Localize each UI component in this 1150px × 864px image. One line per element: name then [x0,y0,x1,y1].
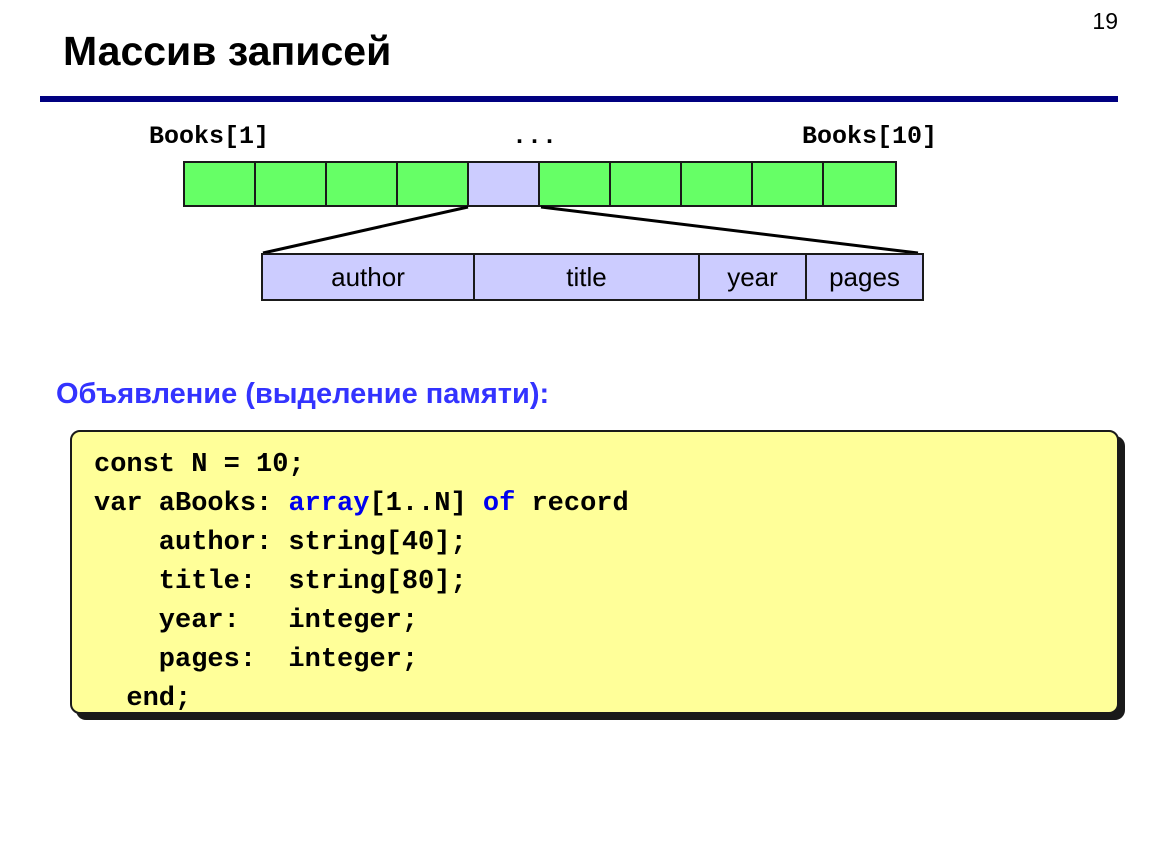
code-text: var aBooks: [94,489,289,519]
record-field-year: year [700,255,807,299]
code-text: record [515,489,629,519]
record-field-author: author [263,255,475,299]
code-text: const N = 10; [94,450,305,480]
record-structure: author title year pages [261,253,924,301]
array-cells [183,161,897,207]
code-text: pages: integer; [94,645,419,675]
code-line: title: string[80]; [94,563,1117,602]
code-text: [1..N] [369,489,483,519]
array-cell [753,163,824,205]
array-cell [682,163,753,205]
code-line: var aBooks: array[1..N] of record [94,485,1117,524]
array-cell [398,163,469,205]
code-lines: const N = 10; var aBooks: array[1..N] of … [94,446,1117,719]
code-line: end; [94,680,1117,719]
code-line: const N = 10; [94,446,1117,485]
array-label-first: Books[1] [149,122,270,151]
record-field-pages: pages [807,255,922,299]
array-cell [256,163,327,205]
array-label-ellipsis: ... [512,122,558,151]
array-label-last: Books[10] [802,122,938,151]
code-text: author: string[40]; [94,528,467,558]
array-cell-highlighted [469,163,540,205]
array-cell [185,163,256,205]
code-line: year: integer; [94,602,1117,641]
code-line: author: string[40]; [94,524,1117,563]
array-cell [327,163,398,205]
array-diagram: Books[1] ... Books[10] author title year… [0,0,1150,330]
code-keyword: of [482,489,516,519]
record-field-title: title [475,255,700,299]
code-line: pages: integer; [94,641,1117,680]
array-cell [611,163,682,205]
code-block: const N = 10; var aBooks: array[1..N] of … [70,430,1119,714]
code-keyword: array [288,489,370,519]
code-text: end; [94,684,192,714]
section-heading: Объявление (выделение памяти): [56,378,550,410]
array-cell [824,163,895,205]
code-text: title: string[80]; [94,567,467,597]
code-text: year: integer; [94,606,419,636]
array-cell [540,163,611,205]
